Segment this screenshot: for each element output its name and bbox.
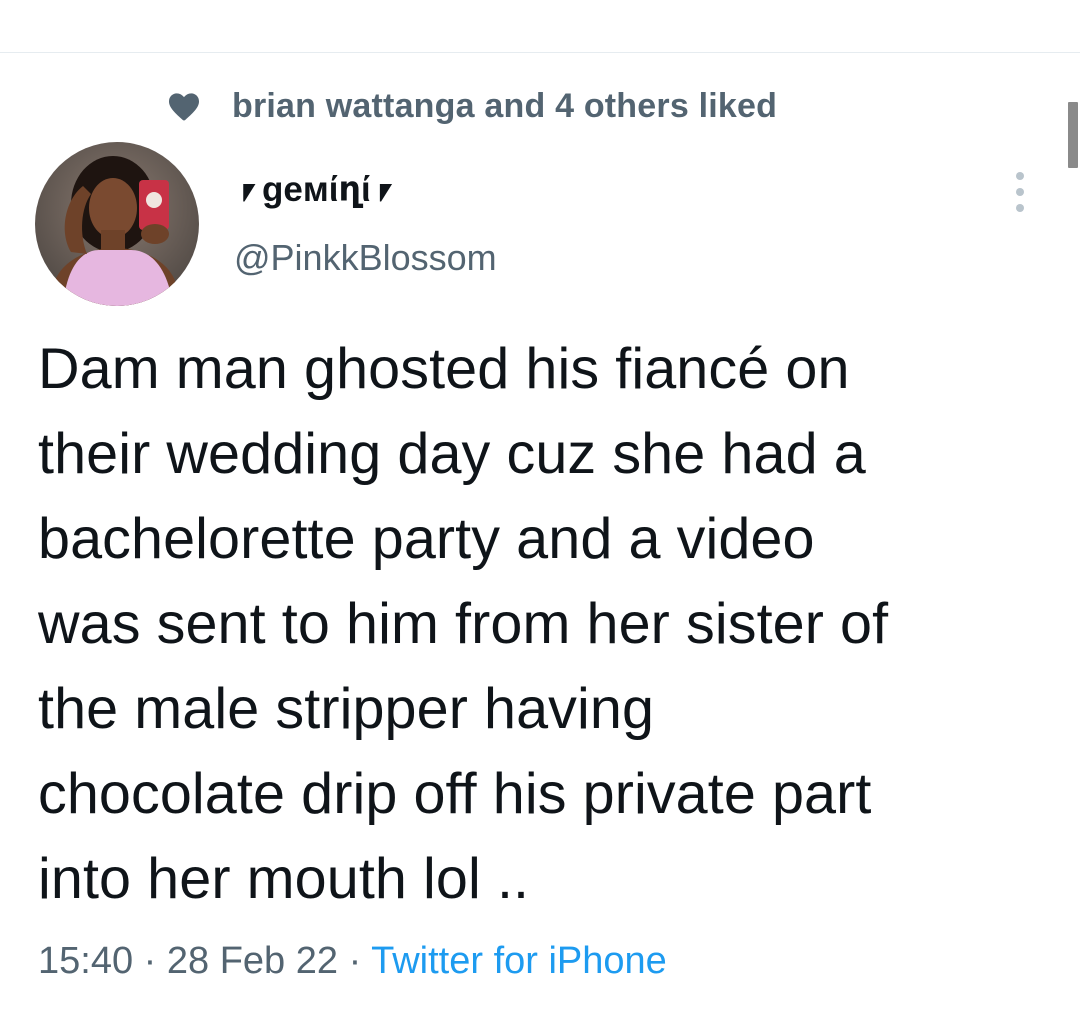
display-name[interactable]: ⎖ɡeмίղί⎖ [234,168,399,212]
scrollbar[interactable] [1068,102,1078,168]
tweet-date[interactable]: 28 Feb 22 [167,940,338,982]
avatar[interactable] [35,142,199,306]
heart-icon [166,88,202,124]
social-context[interactable]: brian wattanga and 4 others liked [166,84,777,128]
tweet-source-link[interactable]: Twitter for iPhone [371,940,667,982]
more-options-icon-dot-2 [1016,188,1024,196]
top-divider [0,52,1080,53]
user-handle[interactable]: @PinkkBlossom [234,234,497,282]
social-context-text: brian wattanga and 4 others liked [232,86,778,125]
tweet-time[interactable]: 15:40 [38,940,133,982]
tweet-text: Dam man ghosted his fiancé on their wedd… [38,337,889,911]
tweet-page: brian wattanga and 4 others liked ⎖ɡeмίղ… [0,0,1080,1021]
tweet-meta: 15:40 · 28 Feb 22 · Twitter for iPhone [38,935,667,987]
more-options-button[interactable] [1002,168,1038,216]
meta-separator-2: · [338,940,372,982]
more-options-icon-dot-3 [1016,204,1024,212]
meta-separator: · [133,940,167,982]
more-options-icon [1016,172,1024,180]
